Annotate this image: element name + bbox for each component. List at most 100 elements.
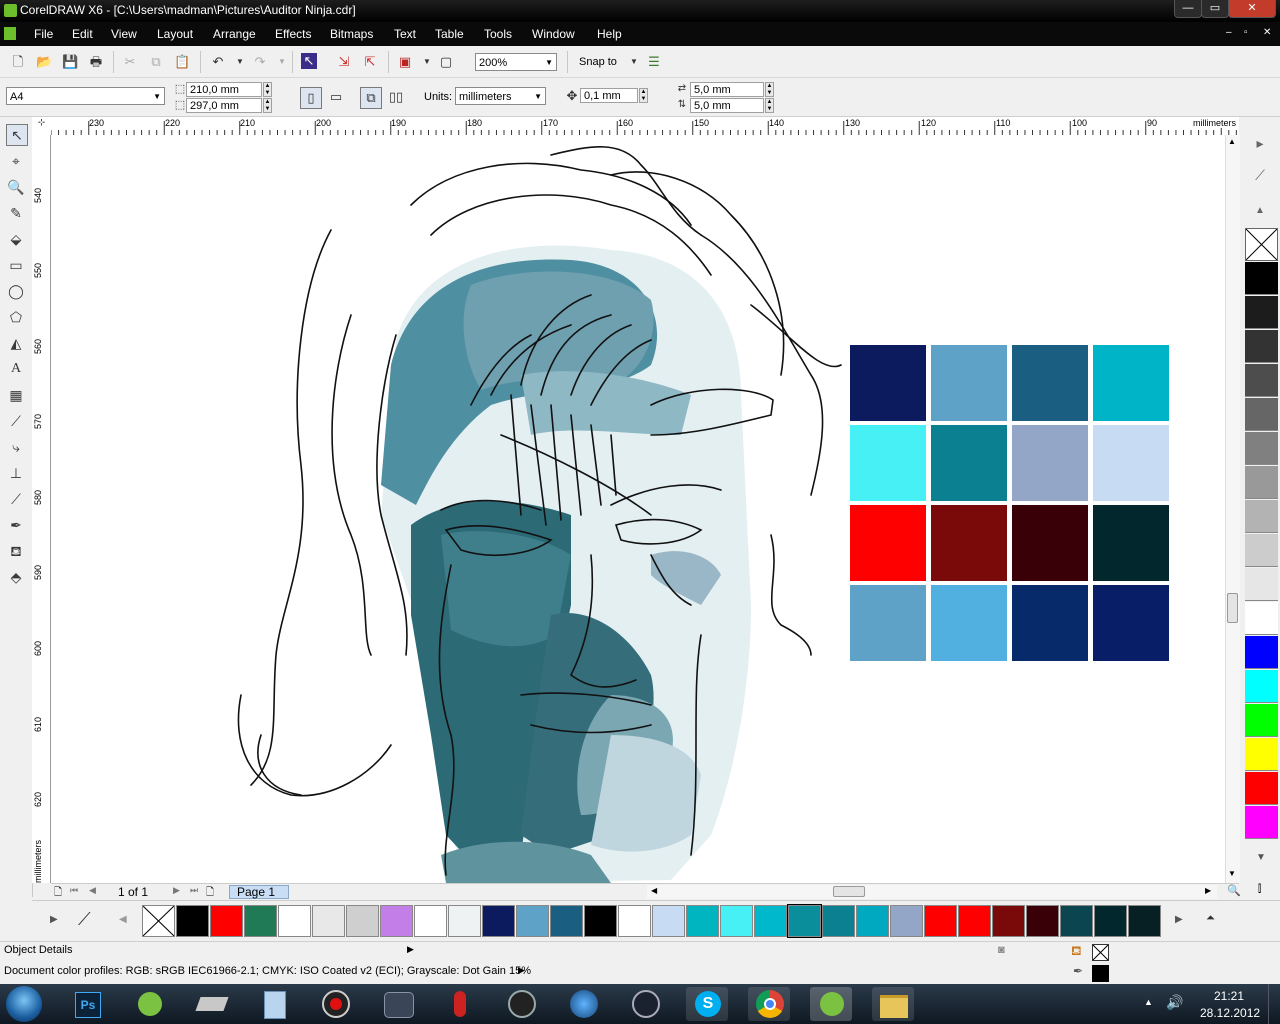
ruler-corner[interactable]: ⊹	[32, 117, 52, 136]
palette-swatch[interactable]	[312, 905, 345, 937]
first-page-icon[interactable]: ⏮	[70, 885, 78, 896]
scroll-down-arrow-icon[interactable]: ▼	[1228, 869, 1236, 878]
landscape-icon[interactable]: ▭	[328, 89, 344, 105]
close-button[interactable]: ✕	[1228, 0, 1276, 18]
palette-swatch[interactable]	[890, 905, 923, 937]
palette-scroll-up-icon[interactable]: ▲	[1250, 201, 1270, 221]
export-icon[interactable]: ⇱	[362, 54, 378, 70]
palette-swatch[interactable]	[958, 905, 991, 937]
swatch-grid-cell[interactable]	[1012, 585, 1088, 661]
ellipse-tool-icon[interactable]: ◯	[6, 281, 26, 301]
menu-help[interactable]: Help	[597, 27, 622, 41]
color-strip-swatch[interactable]	[1245, 670, 1278, 703]
page-size-combo[interactable]: A4 ▼	[6, 87, 165, 105]
palette-swatch[interactable]	[992, 905, 1025, 937]
color-strip-swatch[interactable]	[1245, 432, 1278, 465]
taskbar-coreldraw-active[interactable]	[810, 987, 852, 1021]
clock-date[interactable]: 28.12.2012	[1200, 1006, 1260, 1020]
swatch-grid-cell[interactable]	[1093, 425, 1169, 501]
clock-time[interactable]: 21:21	[1214, 989, 1244, 1003]
object-details-arrow-icon[interactable]: ▶	[407, 944, 414, 955]
palette-swatch[interactable]	[448, 905, 481, 937]
print-icon[interactable]: 🖶	[88, 54, 104, 70]
page-tab[interactable]: Page 1	[229, 885, 289, 899]
swatch-grid-cell[interactable]	[1093, 345, 1169, 421]
rectangle-tool-icon[interactable]: ▭	[6, 255, 26, 275]
menu-layout[interactable]: Layout	[157, 27, 193, 41]
color-strip-swatch[interactable]	[1245, 296, 1278, 329]
taskbar-app-circle[interactable]	[500, 987, 542, 1021]
freehand-tool-icon[interactable]: ✎	[6, 203, 26, 223]
swatch-grid-cell[interactable]	[1093, 505, 1169, 581]
drop-shadow-icon[interactable]: ⊥	[6, 463, 26, 483]
color-strip-swatch[interactable]	[1245, 466, 1278, 499]
color-strip-swatch[interactable]	[1245, 364, 1278, 397]
undo-dropdown-icon[interactable]: ▼	[232, 54, 248, 70]
taskbar-chrome[interactable]	[748, 987, 790, 1021]
page-height-field[interactable]: 297,0 mm	[186, 98, 262, 113]
taskbar-explorer[interactable]	[872, 987, 914, 1021]
launcher-dropdown-icon[interactable]: ▼	[419, 54, 435, 70]
swatch-grid-cell[interactable]	[1093, 585, 1169, 661]
palette-swatch[interactable]	[686, 905, 719, 937]
color-strip-swatch[interactable]	[1245, 772, 1278, 805]
redo-dropdown-icon[interactable]: ▼	[274, 54, 290, 70]
palette-swatch[interactable]	[787, 904, 822, 938]
horizontal-ruler[interactable]: 230 220 210 200 190 180 170 160 150 140 …	[51, 117, 1239, 136]
taskbar-media[interactable]	[376, 987, 418, 1021]
paste-icon[interactable]: 📋	[174, 54, 190, 70]
palette-swatch[interactable]	[380, 905, 413, 937]
dock-toggle-icon[interactable]: ⫿	[1258, 884, 1261, 895]
palette-swatch[interactable]	[1026, 905, 1059, 937]
color-strip-swatch[interactable]	[1245, 534, 1278, 567]
palette-swatch[interactable]	[856, 905, 889, 937]
color-strip-swatch[interactable]	[1245, 636, 1278, 669]
basic-shapes-icon[interactable]: ◭	[6, 333, 26, 353]
color-strip-swatch[interactable]	[1245, 704, 1278, 737]
color-proof-icon[interactable]: ◙	[998, 944, 1005, 956]
palette-swatch[interactable]	[278, 905, 311, 937]
no-color-swatch[interactable]	[1245, 228, 1278, 261]
palette-swatch[interactable]	[346, 905, 379, 937]
color-strip-swatch[interactable]	[1245, 500, 1278, 533]
application-launcher-icon[interactable]: ▣	[397, 54, 413, 70]
swatch-grid-cell[interactable]	[850, 505, 926, 581]
menu-table[interactable]: Table	[435, 27, 464, 41]
open-folder-icon[interactable]: 📂	[36, 54, 52, 70]
vertical-scrollbar[interactable]: ▲ ▼	[1225, 135, 1240, 883]
interactive-fill-icon[interactable]: ⬘	[6, 567, 26, 587]
palette-swatch[interactable]	[652, 905, 685, 937]
color-strip-swatch[interactable]	[1245, 330, 1278, 363]
palette-swatch[interactable]	[1128, 905, 1161, 937]
taskbar-calculator[interactable]	[252, 987, 294, 1021]
swatch-grid-cell[interactable]	[1012, 425, 1088, 501]
palette-swatch[interactable]	[1094, 905, 1127, 937]
swatch-grid-cell[interactable]	[850, 345, 926, 421]
menu-tools[interactable]: Tools	[484, 27, 512, 41]
zoom-level-combo[interactable]: 200% ▼	[475, 53, 557, 71]
scroll-up-arrow-icon[interactable]: ▲	[1228, 137, 1236, 146]
scroll-left-arrow-icon[interactable]: ◀	[651, 886, 657, 895]
color-strip-swatch[interactable]	[1245, 568, 1278, 601]
menu-text[interactable]: Text	[394, 27, 416, 41]
swatch-grid-cell[interactable]	[931, 505, 1007, 581]
scroll-thumb[interactable]	[1227, 593, 1238, 623]
menu-arrange[interactable]: Arrange	[213, 27, 256, 41]
nudge-stepper[interactable]: ▲ ▼	[639, 88, 648, 103]
taskbar-recorder[interactable]	[314, 987, 356, 1021]
color-profiles-arrow-icon[interactable]: ▶	[518, 965, 525, 976]
menu-edit[interactable]: Edit	[72, 27, 93, 41]
taskbar-coreldraw-1[interactable]	[128, 987, 170, 1021]
palette-swatch[interactable]	[618, 905, 651, 937]
palette-scroll-right-icon[interactable]: ▶	[1175, 914, 1183, 925]
doc-close-button[interactable]: ✕	[1263, 27, 1271, 38]
outline-pen-icon[interactable]: ✒	[6, 515, 26, 535]
docker-arrow-icon[interactable]: ▸	[1250, 133, 1270, 153]
taskbar-globe[interactable]	[562, 987, 604, 1021]
duplicate-x-field[interactable]: 5,0 mm	[690, 82, 764, 97]
connector-tool-icon[interactable]: ⤷	[6, 437, 26, 457]
redo-icon[interactable]: ↷	[252, 54, 268, 70]
show-desktop-button[interactable]	[1268, 984, 1280, 1024]
menu-file[interactable]: File	[34, 27, 53, 41]
no-color-swatch[interactable]	[142, 905, 175, 937]
